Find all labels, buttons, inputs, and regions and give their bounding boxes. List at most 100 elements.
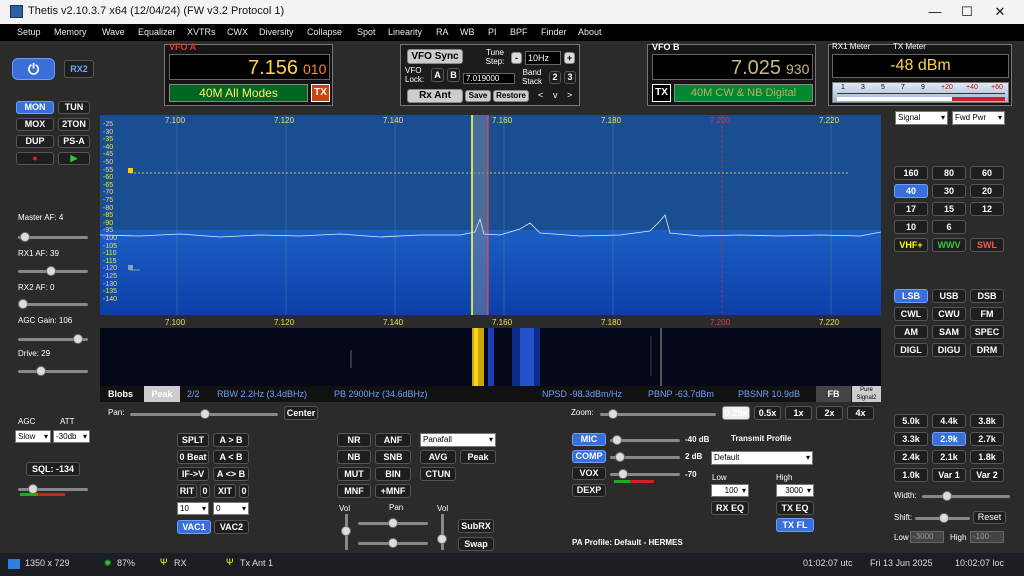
power-button[interactable]: ⏻	[12, 58, 55, 80]
rx-eq-button[interactable]: RX EQ	[711, 501, 749, 515]
mic-slider[interactable]	[610, 435, 680, 445]
filter-24k[interactable]: 2.4k	[894, 450, 928, 464]
band-stack-3[interactable]: 3	[564, 71, 576, 84]
blobs-button[interactable]: Blobs	[108, 389, 133, 399]
mode-dsb[interactable]: DSB	[970, 289, 1004, 303]
filter-44k[interactable]: 4.4k	[932, 414, 966, 428]
b-to-a-button[interactable]: A < B	[213, 450, 249, 464]
display-mode-select[interactable]: Panafall	[420, 433, 496, 447]
vol-slider[interactable]	[341, 514, 351, 550]
vfo-sync-button[interactable]: VFO Sync	[407, 49, 463, 64]
comp-slider[interactable]	[610, 452, 680, 462]
filter-21k[interactable]: 2.1k	[932, 450, 966, 464]
plus-mnf-button[interactable]: +MNF	[375, 484, 411, 498]
xit-step-field[interactable]: 0	[213, 502, 249, 515]
vfo-b-tx-button[interactable]: TX	[652, 84, 671, 102]
band-17[interactable]: 17	[894, 202, 928, 216]
mode-spec[interactable]: SPEC	[970, 325, 1004, 339]
maximize-button[interactable]: ☐	[952, 2, 982, 22]
snb-button[interactable]: SNB	[375, 450, 411, 464]
menu-cwx[interactable]: CWX	[227, 27, 248, 37]
rx-pan-slider-1[interactable]	[358, 518, 428, 528]
rx-pan-slider-2[interactable]	[358, 538, 428, 548]
band-vhf[interactable]: VHF+	[894, 238, 928, 252]
minimize-button[interactable]: —	[920, 2, 950, 22]
play-button[interactable]: ▶	[58, 152, 90, 165]
squelch-slider[interactable]	[18, 484, 88, 494]
menu-about[interactable]: About	[578, 27, 602, 37]
filter-38k[interactable]: 3.8k	[970, 414, 1004, 428]
tx-eq-button[interactable]: TX EQ	[776, 501, 814, 515]
if-to-v-button[interactable]: IF->V	[177, 467, 209, 481]
fb-button[interactable]: FB	[816, 386, 851, 402]
band-swl[interactable]: SWL	[970, 238, 1004, 252]
vfo-a-display[interactable]: 7.156 010	[169, 54, 330, 80]
zero-beat-button[interactable]: 0 Beat	[177, 450, 209, 464]
band-stack-2[interactable]: 2	[549, 71, 561, 84]
bin-button[interactable]: BIN	[375, 467, 411, 481]
band-down-icon[interactable]: v	[553, 90, 558, 100]
vfo-b-display[interactable]: 7.025 930	[652, 54, 813, 80]
master-af-slider[interactable]	[18, 232, 88, 242]
xit-button[interactable]: XIT	[214, 484, 236, 498]
tx-low-field[interactable]: 100	[711, 484, 749, 497]
filter-low-field[interactable]: -3000	[910, 531, 944, 543]
panadapter[interactable]: -25 -30 -35 -40 -45 -50 -55 -60 -65 -70 -75 -80 -85-…	[100, 115, 881, 327]
peak-display-button[interactable]: Peak	[144, 386, 180, 402]
menu-collapse[interactable]: Collapse	[307, 27, 342, 37]
rit-button[interactable]: RIT	[177, 484, 197, 498]
filter-high-field[interactable]: -100	[970, 531, 1004, 543]
mon-button[interactable]: MON	[16, 101, 54, 114]
menu-finder[interactable]: Finder	[541, 27, 567, 37]
band-12[interactable]: 12	[970, 202, 1004, 216]
mode-cwu[interactable]: CWU	[932, 307, 966, 321]
rit-step-field[interactable]: 10	[177, 502, 209, 515]
waterfall[interactable]	[100, 328, 881, 386]
rx2-button[interactable]: RX2	[64, 60, 94, 78]
a-swap-b-button[interactable]: A <> B	[213, 467, 249, 481]
swap-button[interactable]: Swap	[458, 537, 494, 551]
vfo-lock-b[interactable]: B	[447, 68, 460, 82]
two-tone-button[interactable]: 2TON	[58, 118, 90, 131]
close-button[interactable]: ✕	[985, 2, 1015, 22]
mox-button[interactable]: MOX	[16, 118, 54, 131]
zoom-slider[interactable]	[600, 409, 716, 419]
rx2-af-slider[interactable]	[18, 299, 88, 309]
nb-button[interactable]: NB	[337, 450, 371, 464]
vox-slider[interactable]	[610, 469, 680, 479]
mode-cwl[interactable]: CWL	[894, 307, 928, 321]
menu-memory[interactable]: Memory	[54, 27, 87, 37]
drive-slider[interactable]	[18, 366, 88, 376]
filter-18k[interactable]: 1.8k	[970, 450, 1004, 464]
pan-slider[interactable]	[130, 409, 278, 419]
menu-linearity[interactable]: Linearity	[388, 27, 422, 37]
transmit-profile-select[interactable]: Default	[711, 451, 813, 465]
band-prev-icon[interactable]: <	[538, 90, 543, 100]
band-15[interactable]: 15	[932, 202, 966, 216]
nr-button[interactable]: NR	[337, 433, 371, 447]
zoom-4x-button[interactable]: 4x	[847, 406, 874, 420]
split-button[interactable]: SPLT	[177, 433, 209, 447]
filter-10k[interactable]: 1.0k	[894, 468, 928, 482]
dexp-button[interactable]: DEXP	[572, 484, 606, 497]
agc-gain-slider[interactable]	[18, 334, 88, 344]
shift-slider[interactable]	[915, 513, 970, 523]
mode-usb[interactable]: USB	[932, 289, 966, 303]
band-40[interactable]: 40	[894, 184, 928, 198]
tune-step-minus[interactable]: -	[511, 52, 522, 64]
tun-button[interactable]: TUN	[58, 101, 90, 114]
mode-fm[interactable]: FM	[970, 307, 1004, 321]
squelch-button[interactable]: SQL: -134	[26, 462, 80, 476]
tune-step-value[interactable]: 10Hz	[525, 51, 561, 65]
menu-bpf[interactable]: BPF	[510, 27, 528, 37]
band-30[interactable]: 30	[932, 184, 966, 198]
restore-button[interactable]: Restore	[493, 90, 529, 102]
band-160[interactable]: 160	[894, 166, 928, 180]
subrx-button[interactable]: SubRX	[458, 519, 494, 533]
zoom-2x-button[interactable]: 2x	[816, 406, 843, 420]
tx-filter-button[interactable]: TX FL	[776, 518, 814, 532]
band-6[interactable]: 6	[932, 220, 966, 234]
band-20[interactable]: 20	[970, 184, 1004, 198]
vac1-button[interactable]: VAC1	[177, 520, 211, 534]
tune-step-plus[interactable]: +	[564, 52, 575, 64]
